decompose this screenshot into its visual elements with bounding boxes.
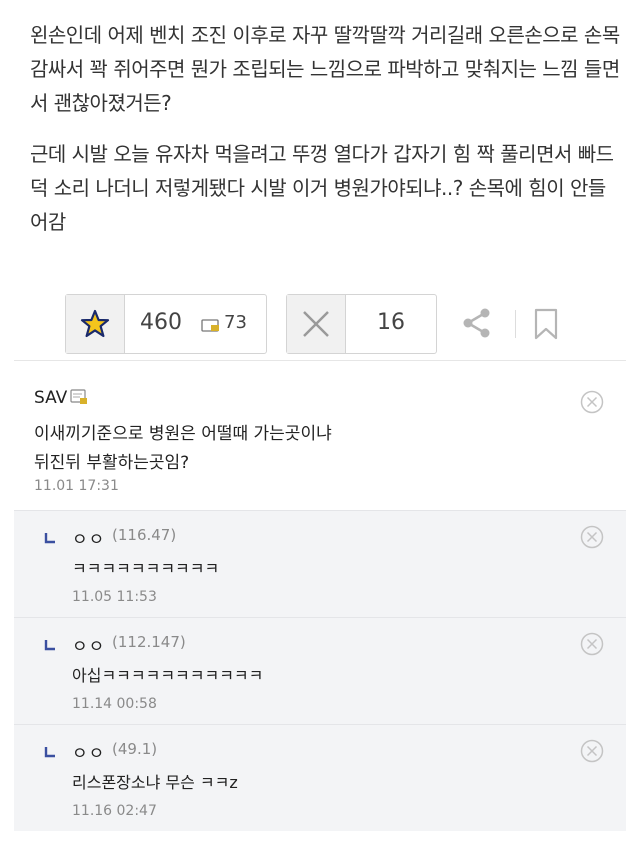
reply-timestamp: 11.05 11:53 xyxy=(72,589,157,605)
reply-ip: (49.1) xyxy=(112,740,158,758)
bookmark-icon[interactable] xyxy=(533,308,559,344)
post-paragraph: 근데 시발 오늘 유자차 먹을려고 뚜껑 열다가 갑자기 힘 짝 풀리면서 빠드… xyxy=(30,142,614,234)
comment-line: 이새끼기준으로 병원은 어떨때 가는곳이냐 xyxy=(34,424,332,444)
delete-comment-icon[interactable] xyxy=(580,739,604,767)
reply-timestamp: 11.16 02:47 xyxy=(72,803,157,819)
reply-arrow-icon xyxy=(44,636,56,655)
share-icon[interactable] xyxy=(460,306,494,344)
x-icon xyxy=(287,295,346,353)
reply-author[interactable]: ㅇㅇ xyxy=(72,525,105,550)
upvote-button[interactable]: 460 73 xyxy=(65,294,267,354)
reply-comment: ㅇㅇ (112.147) 아십ㅋㅋㅋㅋㅋㅋㅋㅋㅋㅋㅋ 11.14 00:58 xyxy=(14,617,626,724)
reply-author[interactable]: ㅇㅇ xyxy=(72,632,105,657)
reply-text: 아십ㅋㅋㅋㅋㅋㅋㅋㅋㅋㅋㅋ xyxy=(72,666,264,685)
vote-bar: 460 73 16 xyxy=(65,294,575,354)
reply-arrow-icon xyxy=(44,529,56,548)
delete-comment-icon[interactable] xyxy=(580,632,604,660)
reply-arrow-icon xyxy=(44,743,56,762)
delete-comment-icon[interactable] xyxy=(580,390,604,418)
post-paragraph: 왼손인데 어제 벤치 조진 이후로 자꾸 딸깍딸깍 거리길래 오른손으로 손목 … xyxy=(30,23,620,115)
delete-comment-icon[interactable] xyxy=(580,525,604,553)
upvote-count: 460 xyxy=(140,310,182,335)
reply-timestamp: 11.14 00:58 xyxy=(72,696,157,712)
reply-text: 리스폰장소냐 무슨 ㅋㅋz xyxy=(72,773,238,792)
post-body: 왼손인데 어제 벤치 조진 이후로 자꾸 딸깍딸깍 거리길래 오른손으로 손목 … xyxy=(30,18,620,256)
reply-text: ㅋㅋㅋㅋㅋㅋㅋㅋㅋㅋ xyxy=(72,559,220,578)
downvote-button[interactable]: 16 xyxy=(286,294,437,354)
reply-ip: (112.147) xyxy=(112,633,186,651)
comment-timestamp: 11.01 17:31 xyxy=(34,478,119,494)
comment-author[interactable]: SAV xyxy=(34,388,67,408)
comment-line: 뒤진뒤 부활하는곳임? xyxy=(34,453,190,473)
reply-ip: (116.47) xyxy=(112,526,177,544)
comment: SAV 이새끼기준으로 병원은 어떨때 가는곳이냐 뒤진뒤 부활하는곳임? 11… xyxy=(14,362,626,510)
reply-comment: ㅇㅇ (49.1) 리스폰장소냐 무슨 ㅋㅋz 11.16 02:47 xyxy=(14,724,626,831)
comment-count: 73 xyxy=(224,312,247,333)
comment-count-icon xyxy=(201,317,221,337)
reply-comment: ㅇㅇ (116.47) ㅋㅋㅋㅋㅋㅋㅋㅋㅋㅋ 11.05 11:53 xyxy=(14,510,626,617)
star-icon xyxy=(66,295,125,353)
comment-text: 이새끼기준으로 병원은 어떨때 가는곳이냐 뒤진뒤 부활하는곳임? xyxy=(34,420,332,478)
reply-author[interactable]: ㅇㅇ xyxy=(72,739,105,764)
divider xyxy=(14,360,626,361)
divider xyxy=(515,310,516,338)
downvote-count: 16 xyxy=(377,310,405,335)
user-level-icon xyxy=(70,389,88,409)
